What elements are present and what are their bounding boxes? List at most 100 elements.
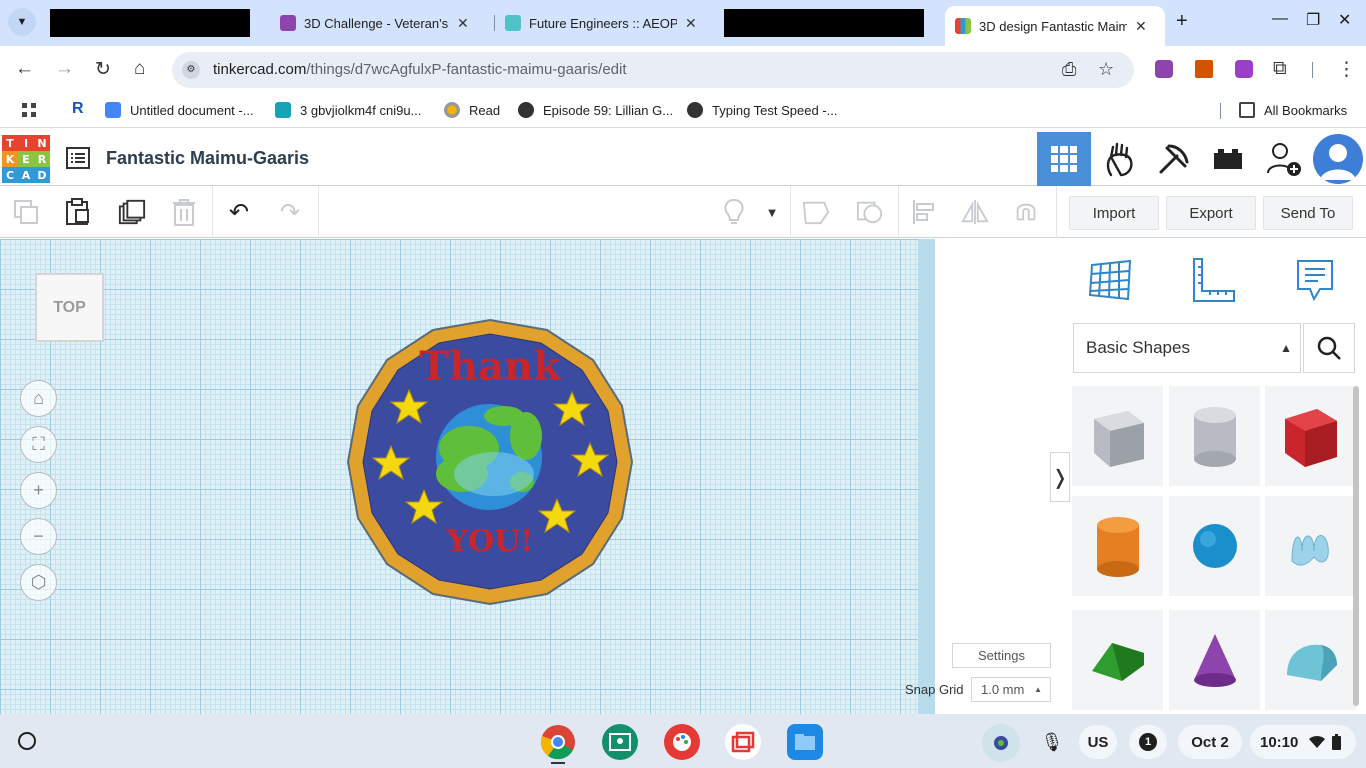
avatar[interactable] bbox=[1313, 134, 1363, 184]
undo-icon[interactable]: ↶ bbox=[225, 198, 253, 226]
close-window-icon[interactable]: ✕ bbox=[1338, 10, 1351, 30]
notes-icon[interactable] bbox=[1290, 255, 1340, 305]
shape-box[interactable] bbox=[1265, 386, 1356, 486]
export-button[interactable]: Export bbox=[1166, 196, 1256, 230]
shape-scribble[interactable] bbox=[1265, 496, 1356, 596]
shape-box-hole[interactable] bbox=[1072, 386, 1163, 486]
reload-icon[interactable]: ↻ bbox=[95, 58, 111, 81]
classroom-app-icon[interactable] bbox=[602, 724, 638, 760]
bookmark-item[interactable]: Untitled document -... bbox=[105, 102, 254, 118]
bookmark-item[interactable]: Read bbox=[444, 102, 500, 118]
bookmark-item[interactable]: Typing Test Speed -... bbox=[687, 102, 838, 118]
panel-scrollbar[interactable] bbox=[1353, 386, 1359, 706]
chrome-icon[interactable] bbox=[540, 724, 576, 760]
bookmark-item[interactable]: Episode 59: Lillian G... bbox=[518, 102, 673, 118]
all-bookmarks[interactable]: All Bookmarks bbox=[1239, 102, 1347, 118]
extension-icon[interactable] bbox=[1235, 60, 1253, 78]
files-app-icon[interactable] bbox=[787, 724, 823, 760]
tab-redacted-1[interactable] bbox=[50, 9, 250, 37]
back-icon[interactable]: ← bbox=[15, 58, 34, 80]
workplane-icon[interactable] bbox=[1086, 255, 1136, 305]
extensions-puzzle-icon[interactable]: ⧉ bbox=[1273, 58, 1287, 80]
group-icon[interactable] bbox=[802, 198, 830, 226]
shape-roof[interactable] bbox=[1072, 610, 1163, 710]
collapse-panel-icon[interactable]: ❭ bbox=[1050, 452, 1070, 502]
3d-view-grid-button[interactable] bbox=[1037, 132, 1091, 186]
zoom-out-icon[interactable]: − bbox=[20, 518, 57, 555]
paint-app-icon[interactable] bbox=[664, 724, 700, 760]
shape-round-roof[interactable] bbox=[1265, 610, 1356, 710]
wifi-icon bbox=[1309, 735, 1326, 748]
thank-you-coin-model[interactable]: Thank YOU! bbox=[344, 316, 636, 608]
view-cube[interactable]: TOP bbox=[35, 273, 104, 342]
tab-future-engineers[interactable]: Future Engineers :: AEOP ✕ bbox=[505, 7, 697, 39]
install-app-icon[interactable]: ⎙ bbox=[1062, 59, 1076, 80]
design-title[interactable]: Fantastic Maimu-Gaaris bbox=[106, 148, 309, 169]
more-menu-icon[interactable]: ⋮ bbox=[1337, 58, 1356, 81]
megaphone-icon[interactable] bbox=[1195, 60, 1213, 78]
ungroup-icon[interactable] bbox=[856, 198, 884, 226]
site-info-icon[interactable]: ⚙ bbox=[182, 61, 200, 79]
tab-divider bbox=[494, 15, 495, 31]
mirror-icon[interactable] bbox=[961, 198, 989, 226]
tab-search-chevron-icon[interactable]: ▼ bbox=[8, 8, 36, 36]
magnet-icon[interactable] bbox=[1012, 198, 1040, 226]
tab-tinkercad[interactable]: 3D design Fantastic Maimu-Gaaris ✕ bbox=[945, 6, 1165, 46]
status-tray[interactable]: 10:10 bbox=[1250, 725, 1356, 759]
zoom-in-icon[interactable]: + bbox=[20, 472, 57, 509]
close-icon[interactable]: ✕ bbox=[1135, 18, 1147, 35]
add-user-icon[interactable] bbox=[1257, 132, 1311, 186]
home-icon[interactable]: ⌂ bbox=[134, 58, 145, 80]
ruler-icon[interactable] bbox=[1188, 255, 1238, 305]
home-view-icon[interactable]: ⌂ bbox=[20, 380, 57, 417]
tab-3d-challenge[interactable]: 3D Challenge - Veteran's ✕ bbox=[280, 7, 469, 39]
apps-grid-icon[interactable] bbox=[21, 102, 37, 118]
input-method-indicator[interactable]: US bbox=[1079, 725, 1117, 759]
search-icon[interactable] bbox=[1303, 323, 1355, 373]
paste-icon[interactable] bbox=[63, 198, 91, 226]
forward-icon[interactable]: → bbox=[55, 58, 74, 80]
new-tab-icon[interactable]: + bbox=[1176, 10, 1188, 33]
extension-icon[interactable] bbox=[1155, 60, 1173, 78]
microphone-icon[interactable]: 🎙 bbox=[1034, 724, 1070, 760]
logo-letter: D bbox=[34, 167, 50, 183]
fit-view-icon[interactable]: ⛶ bbox=[20, 426, 57, 463]
tab-redacted-2[interactable] bbox=[724, 9, 924, 37]
bookmark-r-icon[interactable]: R bbox=[72, 100, 84, 118]
import-button[interactable]: Import bbox=[1069, 196, 1159, 230]
send-to-button[interactable]: Send To bbox=[1263, 196, 1353, 230]
duplicate-icon[interactable] bbox=[118, 198, 146, 226]
screencast-app-icon[interactable] bbox=[725, 724, 761, 760]
shape-cylinder[interactable] bbox=[1072, 496, 1163, 596]
lightbulb-icon[interactable] bbox=[720, 198, 748, 226]
chevron-down-icon[interactable]: ▼ bbox=[758, 198, 786, 226]
bricks-icon[interactable] bbox=[1201, 132, 1255, 186]
maximize-icon[interactable]: ❐ bbox=[1306, 10, 1320, 30]
blocks-hand-icon[interactable] bbox=[1092, 132, 1146, 186]
close-icon[interactable]: ✕ bbox=[685, 15, 697, 32]
notification-pill[interactable]: 1 bbox=[1129, 725, 1167, 759]
shape-cylinder-hole[interactable] bbox=[1169, 386, 1260, 486]
launcher-icon[interactable] bbox=[18, 732, 36, 750]
date-pill[interactable]: Oct 2 bbox=[1178, 725, 1242, 759]
shape-cone[interactable] bbox=[1169, 610, 1260, 710]
perspective-icon[interactable]: ⬡ bbox=[20, 564, 57, 601]
copy-icon[interactable] bbox=[12, 198, 40, 226]
tinkercad-logo[interactable]: T I N K E R C A D bbox=[2, 135, 50, 183]
address-bar[interactable]: ⚙ tinkercad.com/things/d7wcAgfulxP-fanta… bbox=[172, 52, 1134, 88]
url-text[interactable]: tinkercad.com/things/d7wcAgfulxP-fantast… bbox=[213, 61, 627, 78]
bookmark-star-icon[interactable]: ☆ bbox=[1098, 59, 1114, 80]
align-icon[interactable] bbox=[910, 198, 938, 226]
bookmark-item[interactable]: 3 gbvjiolkm4f cni9u... bbox=[275, 102, 421, 118]
pickaxe-icon[interactable] bbox=[1147, 132, 1201, 186]
trash-icon[interactable] bbox=[170, 198, 198, 226]
redo-icon[interactable]: ↷ bbox=[276, 198, 304, 226]
designs-list-icon[interactable] bbox=[66, 147, 90, 169]
close-icon[interactable]: ✕ bbox=[457, 15, 469, 32]
minimize-icon[interactable]: — bbox=[1272, 10, 1288, 28]
settings-button[interactable]: Settings bbox=[952, 643, 1051, 668]
snap-grid-select[interactable]: 1.0 mm ▲ bbox=[971, 677, 1051, 702]
shape-sphere[interactable] bbox=[1169, 496, 1260, 596]
shape-category-select[interactable]: Basic Shapes ▲ bbox=[1073, 323, 1301, 373]
screen-capture-icon[interactable] bbox=[982, 724, 1020, 762]
